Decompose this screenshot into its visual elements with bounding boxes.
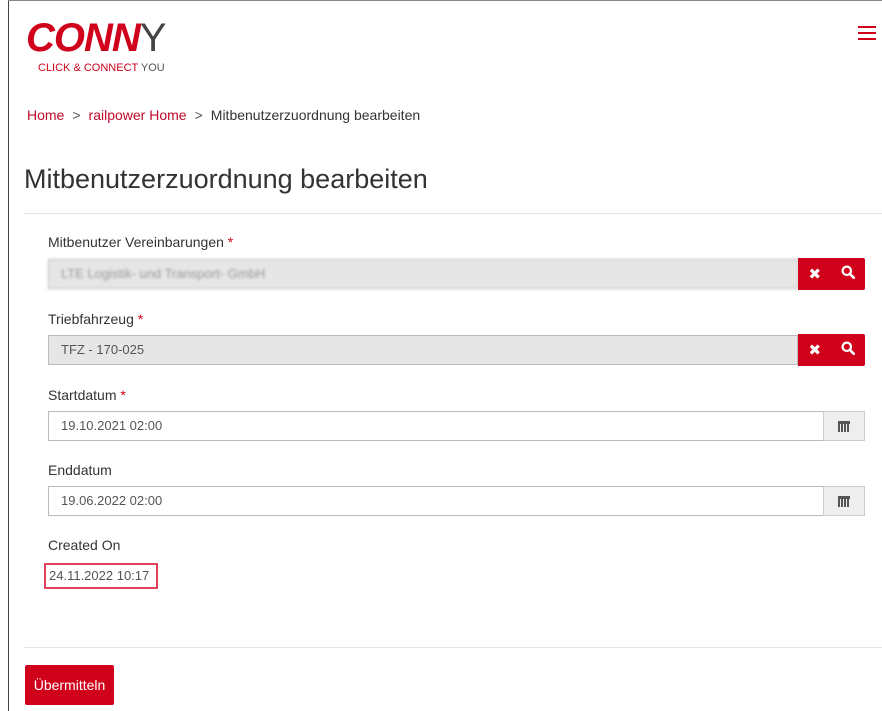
search-agreements-icon[interactable]	[833, 265, 863, 283]
logo[interactable]: CONNY CLICK & CONNECT YOU	[26, 16, 167, 74]
created-on-value: 24.11.2022 10:17	[44, 563, 158, 589]
hamburger-menu-icon[interactable]	[858, 26, 876, 42]
frame-border-left	[8, 0, 9, 711]
breadcrumb: Home > railpower Home > Mitbenutzerzuordnung…	[27, 107, 420, 123]
agreements-field[interactable]: LTE Logistik- und Transport- GmbH	[48, 259, 798, 289]
submit-button[interactable]: Übermitteln	[25, 665, 114, 705]
search-vehicle-icon[interactable]	[833, 341, 863, 359]
end-date-input[interactable]: 19.06.2022 02:00	[48, 486, 824, 516]
start-date-label: Startdatum *	[48, 387, 126, 403]
agreements-actions: ✖	[798, 258, 865, 290]
logo-tagline-red: CLICK & CONNECT	[38, 62, 139, 74]
breadcrumb-current: Mitbenutzerzuordnung bearbeiten	[210, 107, 421, 123]
divider	[24, 647, 882, 648]
frame-border-top	[8, 0, 882, 1]
clear-agreements-icon[interactable]: ✖	[800, 265, 830, 283]
end-date-calendar-icon[interactable]	[823, 486, 865, 516]
created-on-label: Created On	[48, 537, 121, 553]
logo-text-red: CONN	[26, 16, 141, 60]
agreements-label: Mitbenutzer Vereinbarungen *	[48, 234, 234, 250]
start-date-input[interactable]: 19.10.2021 02:00	[48, 411, 824, 441]
vehicle-actions: ✖	[798, 334, 865, 366]
divider	[24, 213, 882, 214]
breadcrumb-home-link[interactable]: Home	[27, 107, 64, 123]
start-date-calendar-icon[interactable]	[823, 411, 865, 441]
page-title: Mitbenutzerzuordnung bearbeiten	[24, 164, 428, 194]
logo-text-dark: Y	[139, 16, 167, 60]
logo-tagline-dark: YOU	[138, 62, 165, 74]
breadcrumb-railpower-link[interactable]: railpower Home	[89, 107, 187, 123]
breadcrumb-separator: >	[194, 107, 203, 123]
end-date-label: Enddatum	[48, 462, 112, 478]
vehicle-field[interactable]: TFZ - 170-025	[48, 335, 798, 365]
clear-vehicle-icon[interactable]: ✖	[800, 341, 830, 359]
vehicle-label: Triebfahrzeug *	[48, 311, 144, 327]
breadcrumb-separator: >	[72, 107, 81, 123]
